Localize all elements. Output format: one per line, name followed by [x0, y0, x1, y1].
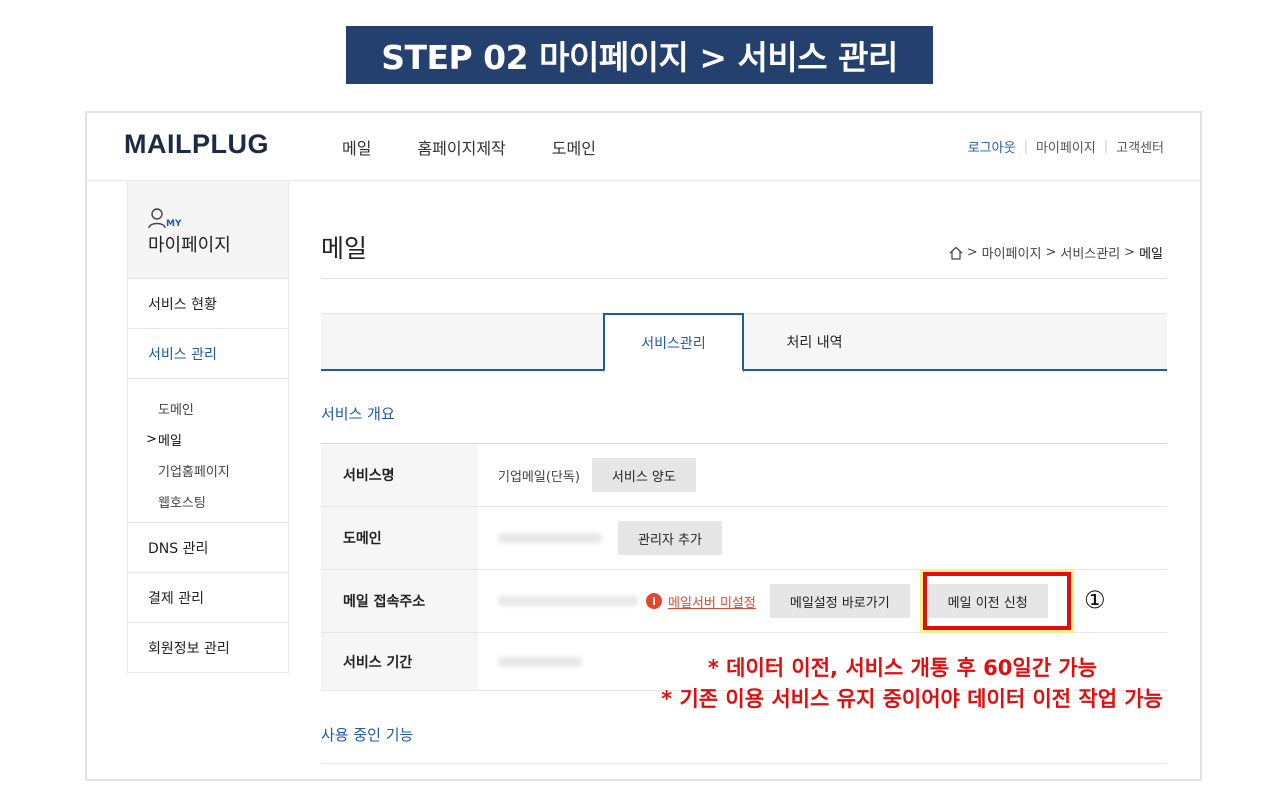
row-label: 도메인: [321, 507, 478, 569]
mail-server-warning-link[interactable]: 메일서버 미설정: [668, 592, 756, 611]
highlight-box: [923, 572, 1071, 630]
redacted-period: [498, 656, 582, 667]
submenu-item-webhosting[interactable]: 웹호스팅: [146, 486, 288, 517]
site-header: MAILPLUG 메일 홈페이지제작 도메인 로그아웃 | 마이페이지 | 고객…: [87, 113, 1200, 181]
divider: |: [1103, 139, 1109, 154]
row-label: 서비스 기간: [321, 633, 478, 690]
sidebar-item-service-status[interactable]: 서비스 현황: [128, 279, 288, 329]
divider: [321, 278, 1167, 279]
support-link[interactable]: 고객센터: [1116, 137, 1164, 156]
logout-link[interactable]: 로그아웃: [968, 137, 1016, 156]
sidebar-title: 마이페이지: [148, 235, 231, 256]
section-title-features: 사용 중인 기능: [321, 726, 414, 744]
nav-mail[interactable]: 메일: [342, 135, 371, 159]
annotation-note-2: * 기존 이용 서비스 유지 중이어야 데이터 이전 작업 가능: [661, 687, 1163, 711]
divider: [321, 763, 1167, 764]
table-row: 도메인 관리자 추가: [321, 507, 1167, 570]
breadcrumb-sep: >: [966, 245, 978, 260]
row-value: 관리자 추가: [478, 507, 1167, 569]
submenu-item-corp-homepage[interactable]: 기업홈페이지: [146, 455, 288, 486]
service-name-value: 기업메일(단독): [498, 469, 580, 485]
page-title: 메일: [321, 234, 368, 263]
sidebar-header: MY 마이페이지: [128, 181, 288, 279]
my-badge: MY: [166, 219, 182, 229]
redacted-mail-address: [498, 596, 638, 606]
sidebar-item-dns[interactable]: DNS 관리: [128, 523, 288, 573]
warning-icon: i: [646, 593, 662, 609]
main-nav: 메일 홈페이지제작 도메인: [342, 135, 596, 159]
add-admin-button[interactable]: 관리자 추가: [618, 521, 722, 555]
sidebar-submenu: 도메인 메일 기업홈페이지 웹호스팅: [128, 379, 288, 523]
breadcrumb-mypage[interactable]: 마이페이지: [982, 243, 1042, 262]
breadcrumb-sep: >: [1124, 245, 1136, 260]
utility-links: 로그아웃 | 마이페이지 | 고객센터: [968, 137, 1164, 156]
transfer-service-button[interactable]: 서비스 양도: [591, 458, 696, 492]
divider: |: [1023, 139, 1028, 154]
user-my-icon: MY: [148, 201, 288, 229]
tab-bar: 서비스관리 처리 내역: [321, 313, 1167, 372]
mypage-link[interactable]: 마이페이지: [1036, 137, 1096, 156]
sidebar: MY 마이페이지 서비스 현황 서비스 관리 도메인 메일 기업홈페이지 웹호스…: [127, 181, 289, 673]
breadcrumb-service[interactable]: 서비스관리: [1060, 243, 1120, 262]
nav-domain[interactable]: 도메인: [552, 135, 596, 159]
tab-service-manage[interactable]: 서비스관리: [603, 313, 744, 372]
row-value: 기업메일(단독) 서비스 양도: [478, 444, 1167, 506]
breadcrumb: > 마이페이지 > 서비스관리 > 메일: [949, 243, 1163, 262]
section-title-overview: 서비스 개요: [321, 405, 395, 423]
row-label: 메일 접속주소: [321, 570, 478, 632]
mailplug-logo[interactable]: MAILPLUG: [124, 129, 269, 160]
row-label: 서비스명: [321, 444, 478, 506]
mail-settings-button[interactable]: 메일설정 바로가기: [769, 584, 910, 618]
sidebar-item-member-info[interactable]: 회원정보 관리: [128, 623, 288, 673]
tab-history[interactable]: 처리 내역: [744, 313, 885, 371]
breadcrumb-mail: 메일: [1139, 247, 1163, 262]
nav-homepage[interactable]: 홈페이지제작: [417, 135, 505, 159]
person-icon: [148, 208, 166, 229]
annotation-note-1: * 데이터 이전, 서비스 개통 후 60일간 가능: [707, 656, 1097, 680]
home-icon[interactable]: [949, 246, 963, 260]
step-marker: ①: [1084, 586, 1106, 614]
submenu-item-mail[interactable]: 메일: [146, 424, 288, 455]
table-row: 서비스명 기업메일(단독) 서비스 양도: [321, 444, 1167, 507]
redacted-domain: [498, 533, 602, 543]
sidebar-item-service-manage[interactable]: 서비스 관리: [128, 329, 288, 379]
breadcrumb-sep: >: [1045, 245, 1057, 260]
sidebar-item-payment[interactable]: 결제 관리: [128, 573, 288, 623]
submenu-item-domain[interactable]: 도메인: [146, 393, 288, 424]
step-banner: STEP 02 마이페이지 > 서비스 관리: [346, 26, 933, 84]
